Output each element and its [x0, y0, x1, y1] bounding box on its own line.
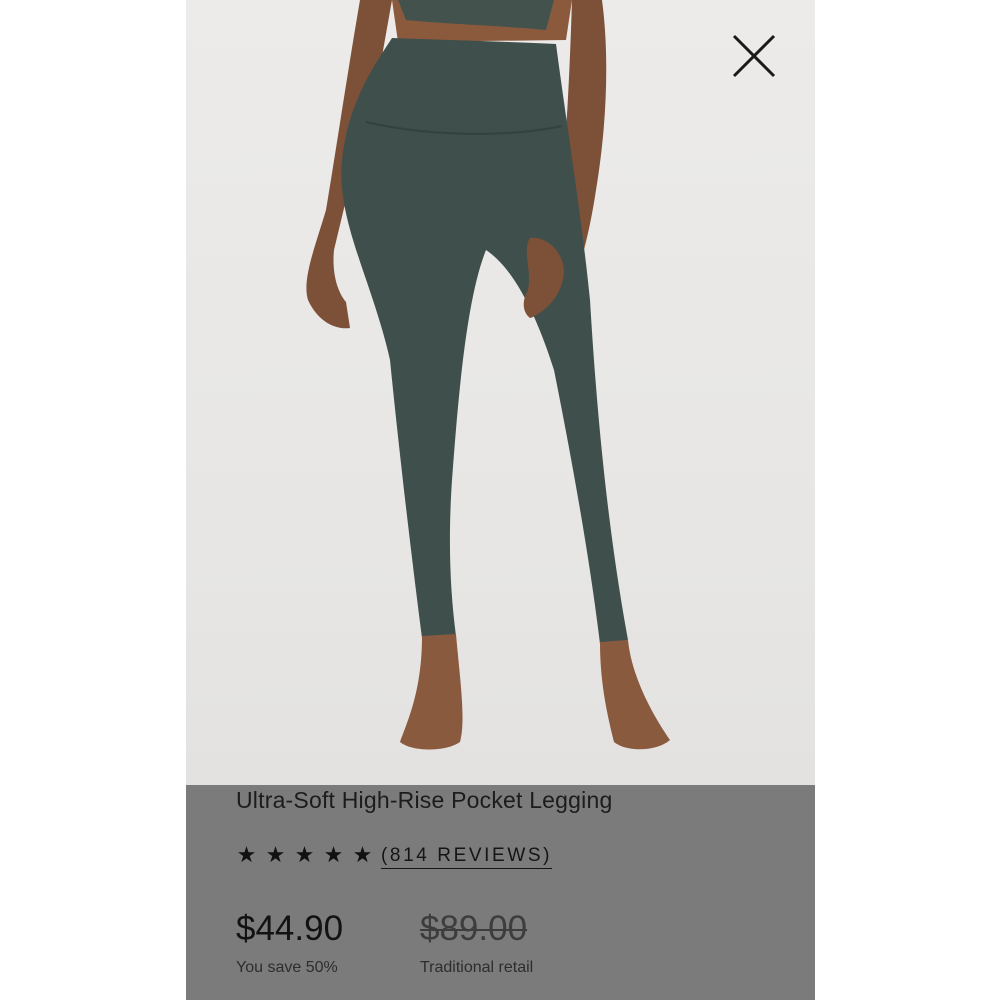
close-icon — [732, 34, 776, 78]
star-icon: ★ — [323, 843, 344, 868]
reviews-link[interactable]: (814 REVIEWS) — [381, 845, 553, 869]
star-rating: ★ ★ ★ ★ ★ — [232, 843, 377, 869]
product-image — [186, 0, 815, 785]
reviews-count: (814 REVIEWS) — [381, 845, 553, 869]
sale-price: $44.90 — [236, 909, 344, 948]
original-price-label: Traditional retail — [420, 959, 534, 976]
star-icon: ★ — [352, 843, 373, 868]
star-icon: ★ — [236, 843, 257, 868]
product-info-panel: Ultra-Soft High-Rise Pocket Legging ★ ★ … — [186, 785, 815, 1000]
close-button[interactable] — [728, 30, 780, 82]
product-rating: ★ ★ ★ ★ ★ (814 REVIEWS) — [232, 841, 553, 871]
star-icon: ★ — [294, 843, 315, 868]
product-modal: Ultra-Soft High-Rise Pocket Legging ★ ★ … — [186, 0, 815, 1000]
star-icon: ★ — [265, 843, 286, 868]
product-title: Ultra-Soft High-Rise Pocket Legging — [236, 787, 613, 813]
original-price: $89.00 — [420, 909, 528, 948]
savings-label: You save 50% — [236, 959, 338, 976]
